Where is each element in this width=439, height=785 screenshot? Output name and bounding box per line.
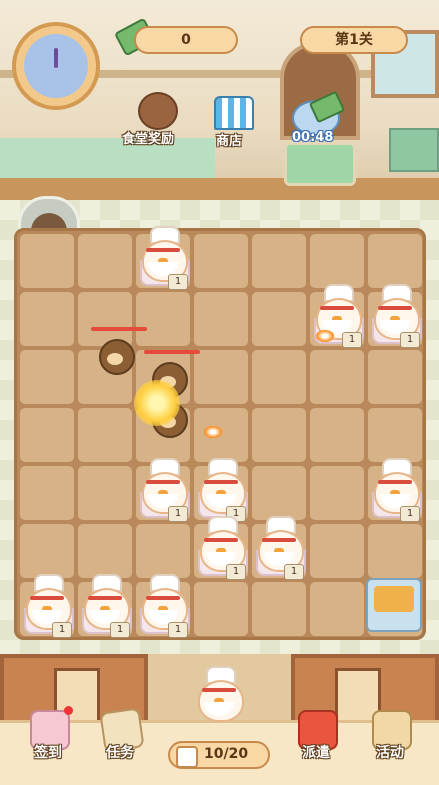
- enemy-health-bar: [143, 349, 200, 354]
- level-label: 第1关: [335, 32, 373, 48]
- board-cell[interactable]: [194, 582, 248, 636]
- shop-awning-icon: [214, 96, 254, 130]
- events-button[interactable]: 活动: [362, 706, 418, 770]
- notification-dot: [64, 706, 73, 715]
- tasks-button[interactable]: 任务: [92, 706, 148, 770]
- dispatch-label: 派遣: [302, 745, 330, 761]
- clock-hand: [54, 48, 58, 68]
- board-cell[interactable]: [136, 292, 190, 346]
- board-cell[interactable]: [252, 292, 306, 346]
- bento-food-icon: [374, 586, 414, 612]
- board-cell[interactable]: [136, 524, 190, 578]
- checkin-label: 签到: [34, 745, 62, 761]
- capacity-value: 10/20: [204, 746, 249, 762]
- board-cell[interactable]: [310, 582, 364, 636]
- clock-icon[interactable]: [12, 22, 100, 110]
- board-cell[interactable]: [252, 350, 306, 404]
- tasks-label: 任务: [106, 745, 134, 761]
- unit-level-badge: 1: [284, 564, 304, 580]
- canteen-reward-button[interactable]: 食堂奖励: [122, 92, 184, 148]
- board-cell[interactable]: [78, 524, 132, 578]
- chicken-band: [320, 306, 354, 310]
- board-cell[interactable]: [310, 234, 364, 288]
- unit-level-badge: 1: [168, 622, 188, 638]
- chicken-band: [146, 480, 180, 484]
- clock-face: [24, 34, 88, 98]
- board-cell[interactable]: [252, 582, 306, 636]
- enemy-shiba-unit: [95, 333, 136, 375]
- board-cell[interactable]: [20, 234, 74, 288]
- board-cell[interactable]: [194, 234, 248, 288]
- fire-projectile-icon: [204, 426, 222, 438]
- chicken-band: [30, 596, 64, 600]
- board-cell[interactable]: [368, 350, 422, 404]
- board-cell[interactable]: [310, 350, 364, 404]
- board-cell[interactable]: [78, 408, 132, 462]
- board-cell[interactable]: [368, 524, 422, 578]
- chicken-band: [204, 538, 238, 542]
- unit-level-badge: 1: [400, 332, 420, 348]
- board-cell[interactable]: [20, 408, 74, 462]
- board-cell[interactable]: [194, 350, 248, 404]
- enemy-health-bar: [91, 326, 148, 331]
- chicken-band: [146, 248, 180, 252]
- board-cell[interactable]: [20, 524, 74, 578]
- board-cell[interactable]: [368, 234, 422, 288]
- unit-card-icon: [176, 746, 198, 768]
- unit-level-badge: 1: [168, 506, 188, 522]
- chicken-band: [262, 538, 296, 542]
- enemy-face: [107, 352, 124, 365]
- fire-projectile-icon: [316, 330, 334, 342]
- unit-level-badge: 1: [226, 564, 246, 580]
- events-label: 活动: [376, 745, 404, 761]
- dispatch-button[interactable]: 派遣: [288, 706, 344, 770]
- coin-value: 0: [181, 32, 191, 48]
- board-cell[interactable]: [368, 408, 422, 462]
- cherry-mat: [284, 142, 356, 186]
- chicken-band: [88, 596, 122, 600]
- chicken-band: [378, 306, 412, 310]
- board-cell[interactable]: [20, 292, 74, 346]
- unit-level-badge: 1: [400, 506, 420, 522]
- chicken-headband: [202, 688, 236, 692]
- board-cell[interactable]: [20, 466, 74, 520]
- board-cell[interactable]: [252, 408, 306, 462]
- unit-level-badge: 1: [110, 622, 130, 638]
- board-cell[interactable]: [252, 234, 306, 288]
- canteen-reward-label: 食堂奖励: [122, 132, 175, 147]
- boar-chef-icon: [138, 92, 178, 130]
- board-cell[interactable]: [252, 466, 306, 520]
- chicken-band: [204, 480, 238, 484]
- board-cell[interactable]: [20, 350, 74, 404]
- level-indicator: 第1关: [300, 26, 408, 54]
- unit-capacity-counter: 10/20: [168, 741, 270, 769]
- unit-level-badge: 1: [168, 274, 188, 290]
- chicken-band: [146, 596, 180, 600]
- board-cell[interactable]: [310, 466, 364, 520]
- chicken-band: [378, 480, 412, 484]
- unit-level-badge: 1: [52, 622, 72, 638]
- hit-spark-effect: [134, 380, 180, 426]
- shop-label: 商店: [216, 134, 243, 149]
- board-cell[interactable]: [194, 408, 248, 462]
- checkin-button[interactable]: 签到: [20, 706, 76, 770]
- board-cell[interactable]: [78, 466, 132, 520]
- coin-counter: 0: [134, 26, 238, 54]
- unit-level-badge: 1: [342, 332, 362, 348]
- board-cell[interactable]: [78, 234, 132, 288]
- food-tray[interactable]: [366, 578, 422, 632]
- chef-chicken-icon: [194, 666, 244, 722]
- shop-button[interactable]: 商店: [208, 96, 256, 149]
- board-cell[interactable]: [310, 408, 364, 462]
- board-cell[interactable]: [310, 524, 364, 578]
- sink-counter: [389, 128, 439, 172]
- board-cell[interactable]: [194, 292, 248, 346]
